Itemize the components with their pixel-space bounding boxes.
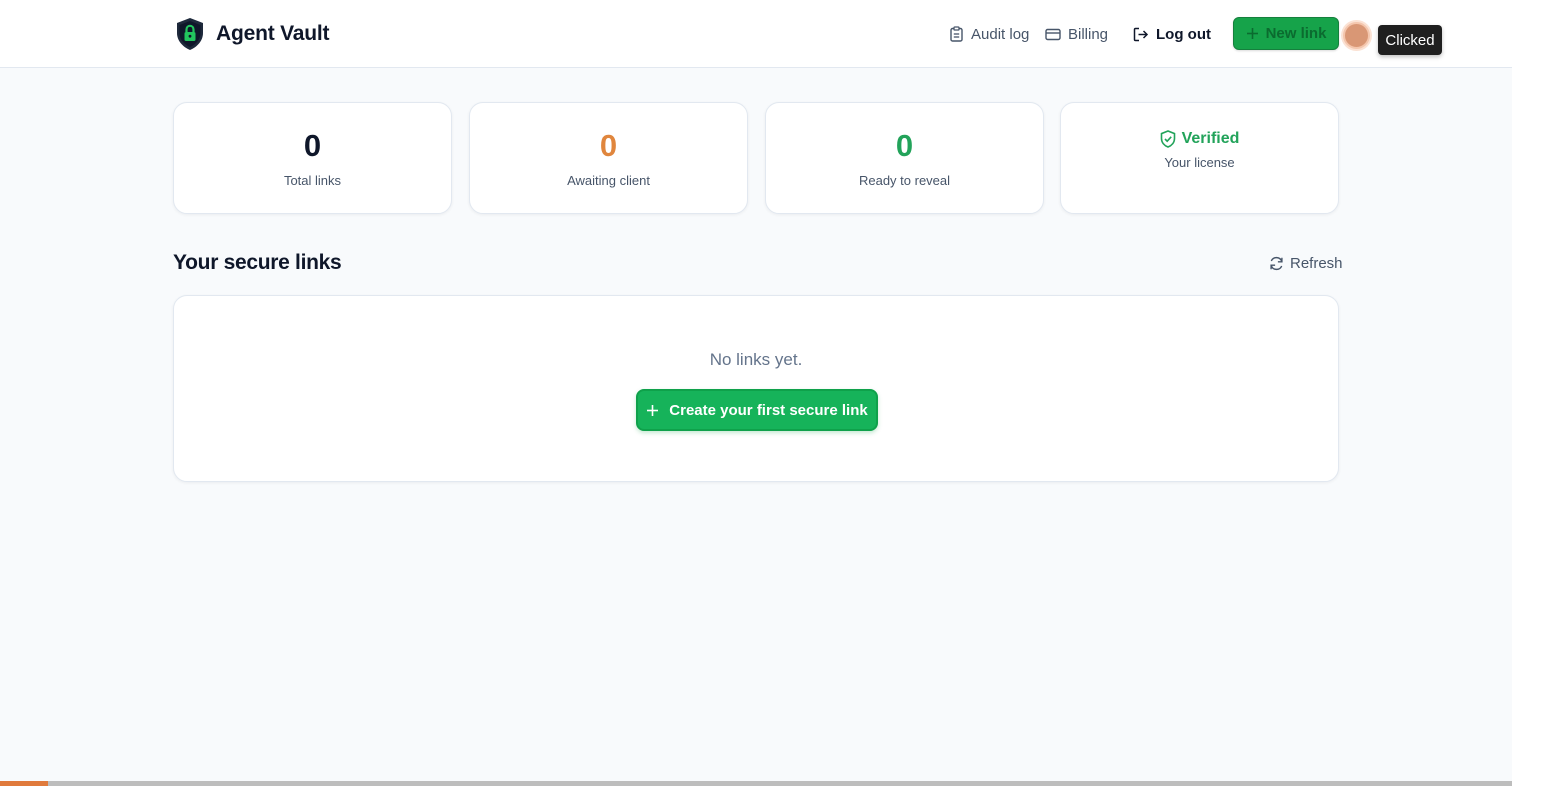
refresh-button[interactable]: Refresh bbox=[1269, 253, 1343, 273]
logout-label: Log out bbox=[1156, 25, 1211, 43]
section-title: Your secure links bbox=[173, 251, 342, 274]
logout-button[interactable]: Log out bbox=[1133, 17, 1211, 51]
plus-icon bbox=[647, 404, 659, 416]
stat-card-awaiting-client: 0 Awaiting client bbox=[469, 102, 748, 214]
license-label: Your license bbox=[1164, 155, 1235, 170]
stat-value: 0 bbox=[895, 128, 914, 163]
stat-value: 0 bbox=[599, 128, 618, 163]
stat-label: Awaiting client bbox=[567, 173, 650, 188]
stat-label: Total links bbox=[283, 173, 342, 188]
stat-label: Ready to reveal bbox=[858, 173, 951, 188]
nav-audit-log[interactable]: Audit log bbox=[949, 17, 1029, 51]
app-page: Agent Vault Audit log Billing Log out Ne… bbox=[0, 0, 1512, 786]
new-link-button[interactable]: New link bbox=[1233, 17, 1339, 50]
clipboard-icon bbox=[950, 26, 963, 42]
links-list-panel: No links yet. Create your first secure l… bbox=[173, 295, 1339, 482]
nav-billing-label: Billing bbox=[1068, 25, 1109, 43]
create-first-link-label: Create your first secure link bbox=[669, 401, 868, 419]
nav-billing[interactable]: Billing bbox=[1045, 17, 1108, 51]
new-link-label: New link bbox=[1265, 25, 1327, 42]
brand[interactable]: Agent Vault bbox=[175, 17, 330, 51]
stat-card-total-links: 0 Total links bbox=[173, 102, 452, 214]
credit-card-icon bbox=[1045, 28, 1061, 40]
avatar[interactable] bbox=[1343, 22, 1370, 49]
right-margin bbox=[1512, 0, 1558, 786]
refresh-label: Refresh bbox=[1290, 254, 1343, 272]
logout-icon bbox=[1133, 27, 1149, 41]
top-header: Agent Vault Audit log Billing Log out Ne… bbox=[0, 0, 1512, 68]
bottom-progress-bar bbox=[0, 781, 1512, 786]
empty-state-text: No links yet. bbox=[709, 350, 803, 369]
brand-name: Agent Vault bbox=[216, 22, 330, 45]
license-status-label: Verified bbox=[1181, 130, 1240, 147]
refresh-icon bbox=[1270, 256, 1283, 270]
clicked-tooltip: Clicked bbox=[1378, 25, 1442, 55]
shield-lock-icon bbox=[177, 18, 203, 50]
license-status: Verified bbox=[1160, 130, 1240, 148]
bottom-progress-fill bbox=[0, 781, 49, 786]
create-first-link-button[interactable]: Create your first secure link bbox=[636, 389, 878, 431]
plus-icon bbox=[1246, 28, 1258, 39]
stat-card-license: Verified Your license bbox=[1060, 102, 1339, 214]
nav-audit-log-label: Audit log bbox=[971, 25, 1030, 43]
stat-card-ready-to-reveal: 0 Ready to reveal bbox=[765, 102, 1044, 214]
stat-value: 0 bbox=[303, 128, 322, 163]
shield-check-icon bbox=[1160, 130, 1175, 148]
